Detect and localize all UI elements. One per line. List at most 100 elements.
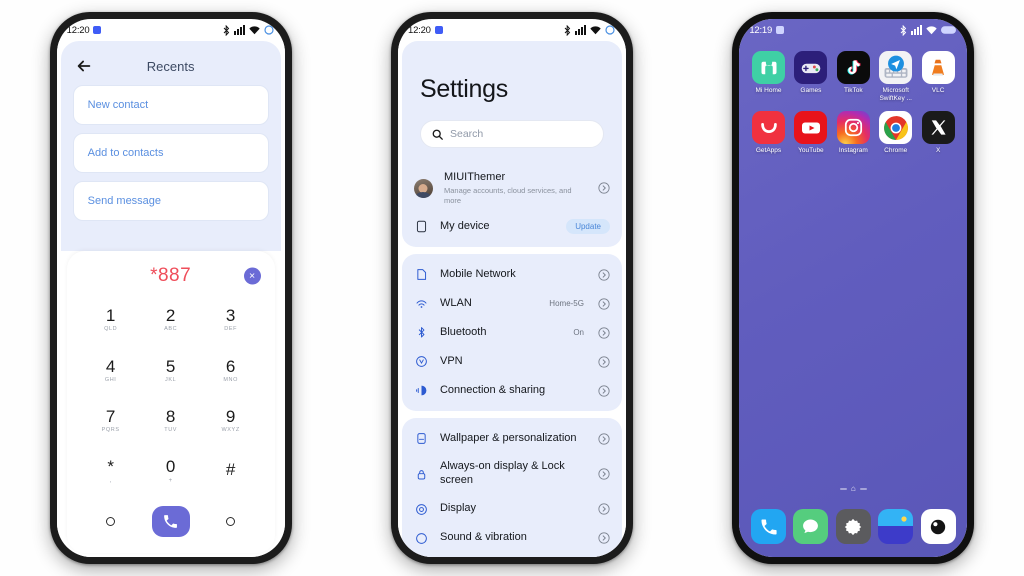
wifi-icon xyxy=(590,25,601,34)
dialpad-panel: *887 ✕ 1 QLD 2 ABC 3 DEF 4 GHI 5 JKL 6 MNO 7 PQ… xyxy=(66,251,275,553)
row-mobile-network[interactable]: Mobile Network xyxy=(402,260,622,289)
dial-key-5[interactable]: 5 JKL xyxy=(165,358,176,384)
instagram-icon xyxy=(836,111,870,145)
recents-panel: Recents New contact Add to contacts Send… xyxy=(60,41,281,237)
chevron-right-icon xyxy=(598,298,610,310)
dial-key-3[interactable]: 3 DEF xyxy=(224,307,237,333)
chevron-right-icon xyxy=(598,468,610,480)
dock-phone[interactable] xyxy=(748,509,788,544)
row-bluetooth[interactable]: Bluetooth On xyxy=(402,318,622,347)
app-label: Mi Home xyxy=(755,87,782,94)
dock-messages[interactable] xyxy=(791,509,831,544)
chevron-right-icon xyxy=(598,385,610,397)
row-text: Wallpaper & personalization xyxy=(439,431,577,444)
update-badge[interactable]: Update xyxy=(566,219,610,235)
phone3-screen: 12:19 Mi Home Games TikTok Microsoft Swi… xyxy=(739,19,968,557)
phone1-content: Recents New contact Add to contacts Send… xyxy=(56,41,285,557)
app-vlc[interactable]: VLC xyxy=(918,51,958,103)
call-button[interactable] xyxy=(151,506,190,538)
action-add-to-contacts[interactable]: Add to contacts xyxy=(72,133,269,173)
app-indicator-icon xyxy=(93,26,102,34)
app-mi-home[interactable]: Mi Home xyxy=(748,51,788,103)
action-new-contact[interactable]: New contact xyxy=(72,85,269,125)
app-label: Chrome xyxy=(884,147,908,155)
dial-key-9[interactable]: 9 WXYZ xyxy=(222,408,240,434)
dial-key-hash[interactable]: # xyxy=(226,461,235,481)
status-left: 12:20 xyxy=(67,25,102,36)
dial-key-4[interactable]: 4 GHI xyxy=(105,358,117,384)
chevron-right-icon xyxy=(598,356,610,368)
dialpad-right-action[interactable] xyxy=(226,517,236,527)
signal-icon xyxy=(911,25,923,35)
row-sound-vibration[interactable]: Sound & vibration xyxy=(402,524,622,553)
dial-key-0[interactable]: 0 + xyxy=(166,458,175,484)
bluetooth-icon xyxy=(223,24,229,36)
app-label: Games xyxy=(800,87,822,94)
phone1-header: Recents xyxy=(61,47,281,85)
dial-key-6[interactable]: 6 MNO xyxy=(223,358,238,384)
dial-key-8[interactable]: 8 TUV xyxy=(164,408,177,434)
battery-circle-icon xyxy=(264,25,274,35)
key-digit: 1 xyxy=(105,306,116,326)
phone-device-3: 12:19 Mi Home Games TikTok Microsoft Swi… xyxy=(732,12,975,564)
dock xyxy=(739,509,967,544)
battery-circle-icon xyxy=(605,25,615,35)
row-account[interactable]: MIUIThemer Manage accounts, cloud servic… xyxy=(402,164,622,212)
app-chrome[interactable]: Chrome xyxy=(876,111,916,155)
row-wallpaper[interactable]: Wallpaper & personalization xyxy=(402,424,622,453)
home-indicator-icon: ⌂ xyxy=(739,485,967,493)
account-subtitle: Manage accounts, cloud services, and mor… xyxy=(443,185,572,205)
dock-camera[interactable] xyxy=(918,509,958,544)
dial-key-1[interactable]: 1 QLD xyxy=(104,307,117,333)
indicator-dash-right xyxy=(859,488,867,490)
row-value: Home-5G xyxy=(549,299,584,309)
key-digit: 9 xyxy=(225,407,236,427)
row-aod-lockscreen[interactable]: Always-on display & Lock screen xyxy=(402,453,622,495)
back-arrow-icon[interactable] xyxy=(75,57,93,75)
screenshot-stage: 12:20 Recents New contact Add to contact… xyxy=(0,0,1024,576)
row-text: Bluetooth xyxy=(439,325,487,338)
home-screen-wallpaper: 12:19 Mi Home Games TikTok Microsoft Swi… xyxy=(739,19,968,557)
app-games[interactable]: Games xyxy=(791,51,831,103)
phone-device-2: 12:20 Settings Search MIUIThemer Manage … xyxy=(390,12,633,564)
dialed-number: *887 xyxy=(150,265,192,286)
key-digit: 7 xyxy=(105,407,116,427)
delete-circle-icon[interactable]: ✕ xyxy=(243,267,261,285)
app-swiftkey[interactable]: Microsoft SwiftKey ... xyxy=(876,51,916,103)
row-text: Connection & sharing xyxy=(439,383,546,396)
dialpad-left-action[interactable] xyxy=(106,517,116,527)
device-icon xyxy=(414,219,429,234)
dial-key-7[interactable]: 7 PQRS xyxy=(102,408,120,434)
dial-key-star[interactable]: *, xyxy=(107,458,114,484)
app-row-1: Mi Home Games TikTok Microsoft SwiftKey … xyxy=(748,51,958,103)
row-connection-sharing[interactable]: Connection & sharing xyxy=(402,376,622,405)
app-instagram[interactable]: Instagram xyxy=(833,111,873,155)
wallpaper-icon xyxy=(414,431,429,446)
row-display[interactable]: Display xyxy=(402,495,622,524)
key-letters: ABC xyxy=(164,326,178,333)
search-icon xyxy=(432,129,443,140)
call-button-surface[interactable] xyxy=(151,506,190,538)
app-youtube[interactable]: YouTube xyxy=(791,111,831,155)
row-vpn[interactable]: VPN xyxy=(402,347,622,376)
search-input[interactable]: Search xyxy=(419,120,604,148)
dock-gallery[interactable] xyxy=(876,509,916,544)
key-digit: 6 xyxy=(225,356,236,376)
indicator-dash-left xyxy=(839,488,847,490)
app-tiktok[interactable]: TikTok xyxy=(833,51,873,103)
app-getapps[interactable]: GetApps xyxy=(748,111,788,155)
dial-key-2[interactable]: 2 ABC xyxy=(164,307,177,333)
action-send-message[interactable]: Send message xyxy=(72,181,269,221)
row-my-device[interactable]: My device Update xyxy=(402,212,622,241)
row-wlan[interactable]: WLAN Home-5G xyxy=(402,289,622,318)
battery-icon xyxy=(941,26,957,34)
wifi-icon xyxy=(414,296,429,311)
status-clock: 12:20 xyxy=(66,24,90,36)
status-right xyxy=(900,24,957,36)
app-label: YouTube xyxy=(798,147,824,155)
dock-settings[interactable] xyxy=(833,509,873,544)
key-digit: * xyxy=(107,457,114,477)
app-x[interactable]: X xyxy=(918,111,958,155)
phone2-screen: 12:20 Settings Search MIUIThemer Manage … xyxy=(397,19,626,557)
app-grid: Mi Home Games TikTok Microsoft SwiftKey … xyxy=(739,45,967,163)
